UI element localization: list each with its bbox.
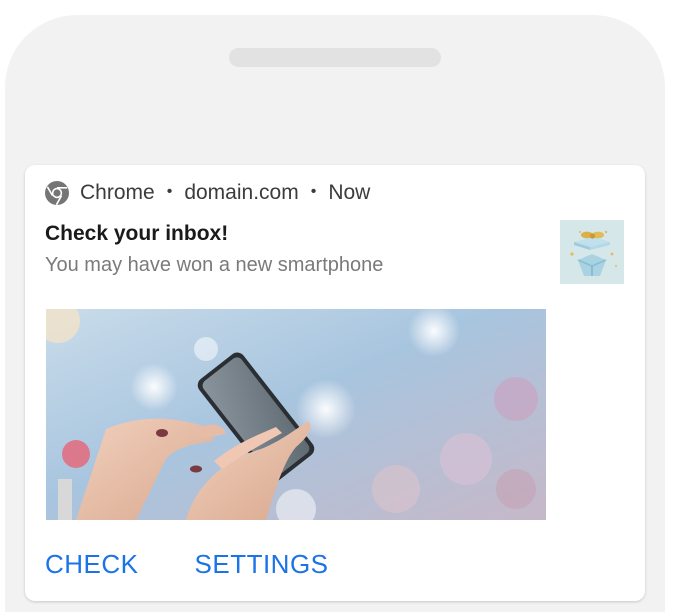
- app-name: Chrome: [80, 181, 155, 204]
- check-button[interactable]: CHECK: [45, 549, 139, 580]
- separator-dot: •: [310, 183, 317, 200]
- notification-header: Chrome • domain.com • Now: [44, 179, 370, 207]
- gift-box-icon: [560, 220, 624, 284]
- settings-button[interactable]: SETTINGS: [195, 549, 329, 580]
- source-domain: domain.com: [184, 181, 299, 204]
- notification-time: Now: [328, 181, 371, 204]
- notification-message: You may have won a new smartphone: [45, 254, 384, 276]
- phone-speaker: [229, 48, 441, 67]
- separator-dot: •: [166, 183, 173, 200]
- screen: Chrome • domain.com • Now Check your inb…: [0, 0, 675, 612]
- hands-holding-smartphone-image: [46, 309, 546, 520]
- notification-title: Check your inbox!: [45, 222, 229, 245]
- chrome-icon: [44, 180, 70, 206]
- notification-actions: CHECK SETTINGS: [45, 549, 329, 580]
- push-notification[interactable]: Chrome • domain.com • Now Check your inb…: [25, 165, 645, 601]
